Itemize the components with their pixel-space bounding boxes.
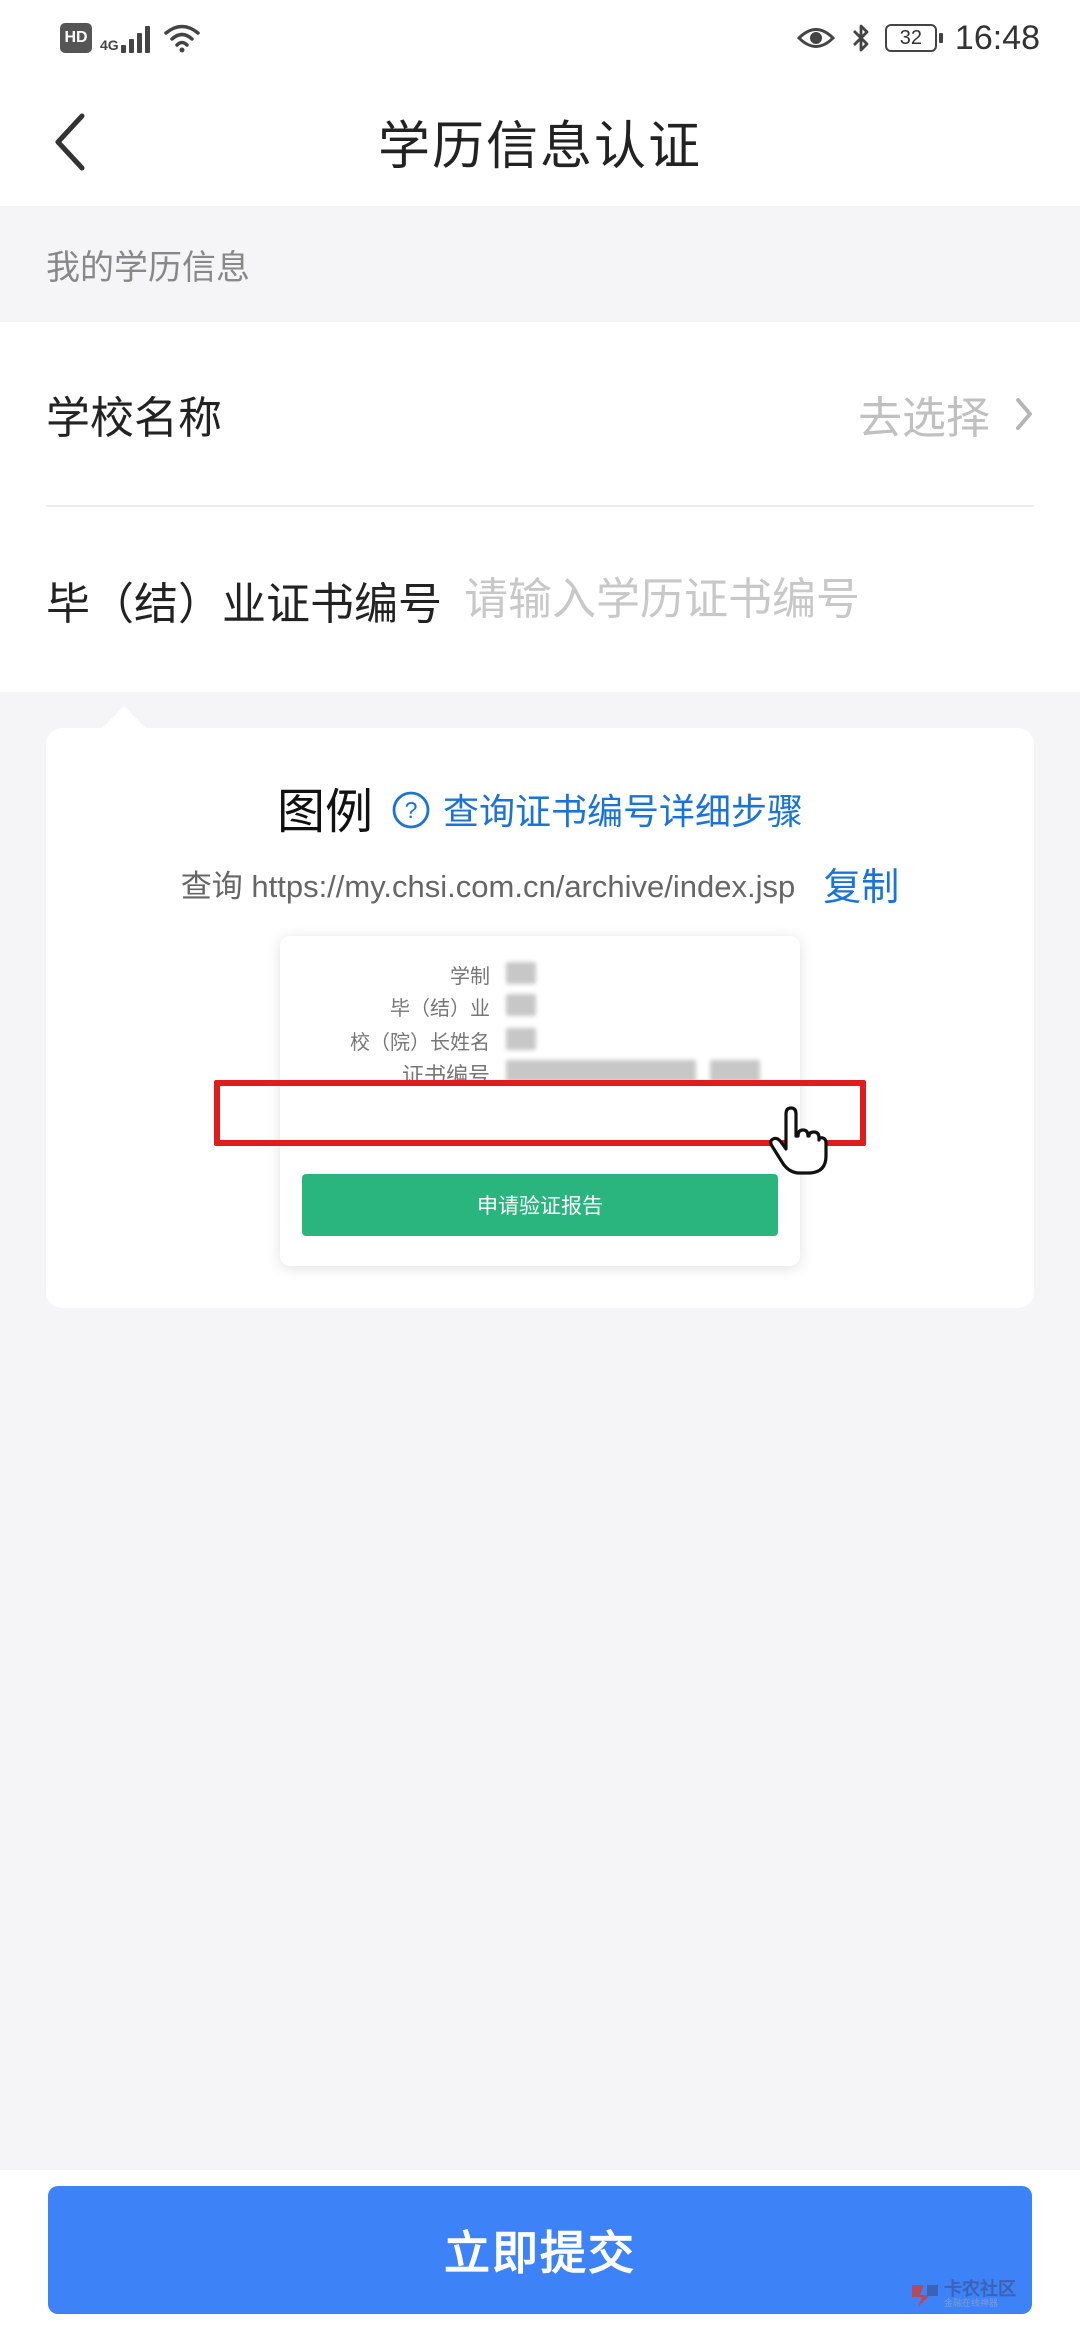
copy-button[interactable]: 复制 — [823, 856, 899, 911]
form-card: 学校名称 去选择 毕（结）业证书编号 — [0, 322, 1080, 692]
submit-button[interactable]: 立即提交 — [48, 2186, 1032, 2314]
illus-apply-report-button: 申请验证报告 — [302, 1174, 778, 1236]
blurred-value — [506, 1028, 536, 1050]
watermark-title: 卡农社区 — [944, 2279, 1016, 2301]
school-select-text: 去选择 — [858, 392, 990, 444]
help-icon[interactable]: ? — [391, 790, 431, 830]
status-left: HD 4G — [60, 23, 201, 53]
status-bar: HD 4G 32 16:48 — [0, 0, 1080, 76]
section-label: 我的学历信息 — [46, 247, 250, 288]
app-header: 学历信息认证 — [0, 76, 1080, 206]
watermark-subtitle: 金融在线神器 — [944, 2299, 999, 2310]
blurred-value — [506, 962, 536, 984]
signal-icon — [120, 23, 153, 53]
svg-text:?: ? — [405, 797, 418, 823]
page-title: 学历信息认证 — [377, 116, 702, 177]
cert-number-label: 毕（结）业证书编号 — [46, 578, 442, 630]
school-row[interactable]: 学校名称 去选择 — [46, 322, 1034, 507]
clock: 16:48 — [954, 18, 1040, 57]
blurred-cert-number — [710, 1060, 760, 1082]
cert-number-row: 毕（结）业证书编号 — [46, 507, 1034, 692]
school-select[interactable]: 去选择 — [858, 382, 1034, 446]
example-title-row: 图例 ? 查询证书编号详细步骤 — [46, 772, 1034, 842]
url-row: 查询 https://my.chsi.com.cn/archive/index.… — [46, 856, 1034, 911]
eye-icon — [796, 28, 835, 48]
pointing-hand-icon — [769, 1106, 828, 1175]
illus-row-label: 毕（结）业 — [390, 996, 490, 1020]
school-label: 学校名称 — [46, 392, 222, 444]
chevron-right-icon — [1016, 397, 1032, 430]
chevron-left-icon — [55, 113, 85, 171]
blurred-cert-number — [506, 1060, 696, 1082]
illus-row-label: 学制 — [450, 964, 490, 988]
query-steps-link[interactable]: 查询证书编号详细步骤 — [443, 783, 803, 835]
footer-bar: 立即提交 卡农社区 金融在线神器 — [0, 2170, 1080, 2340]
watermark-text: 卡农社区 金融在线神器 — [944, 2280, 1016, 2310]
example-illustration: 学制 毕（结）业 校（院）长姓名 证书编号 申请验证报告 — [214, 936, 866, 1266]
example-card: 图例 ? 查询证书编号详细步骤 查询 https://my.chsi.com.c… — [46, 706, 1034, 1308]
illus-row-label: 校（院）长姓名 — [350, 1030, 490, 1054]
back-button[interactable] — [40, 112, 100, 172]
cert-number-input[interactable] — [464, 574, 1034, 625]
hd-badge: HD — [60, 23, 92, 53]
watermark-logo-icon — [912, 2285, 938, 2308]
watermark: 卡农社区 金融在线神器 — [910, 2280, 1016, 2310]
blurred-value — [506, 994, 536, 1016]
battery-icon: 32 — [884, 24, 943, 52]
status-right: 32 16:48 — [796, 18, 1040, 58]
query-url-text: 查询 https://my.chsi.com.cn/archive/index.… — [180, 869, 796, 904]
wifi-icon — [163, 24, 200, 53]
bluetooth-icon — [852, 24, 869, 52]
example-title: 图例 — [276, 784, 373, 840]
network-type: 4G — [100, 37, 119, 53]
